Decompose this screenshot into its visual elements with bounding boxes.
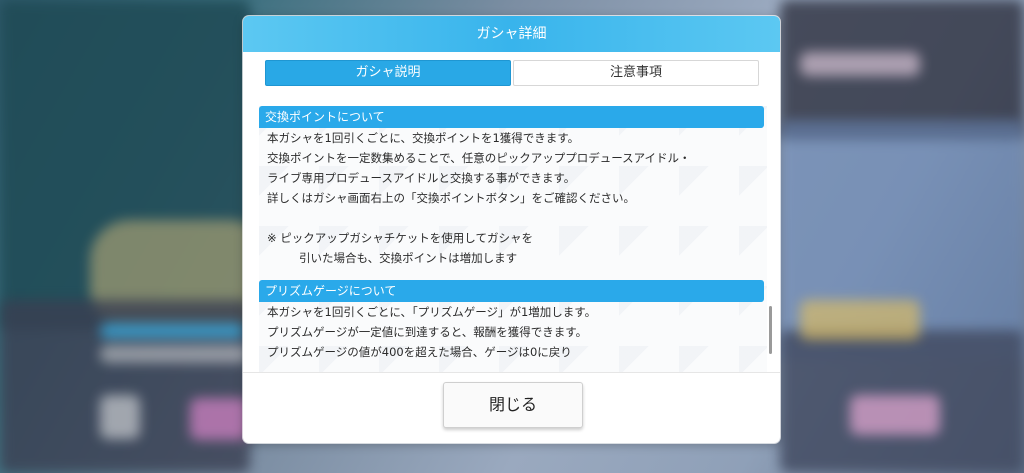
paragraph-line: 本ガシャを1回引くごとに、「プリズムゲージ」が1増加します。: [267, 305, 597, 319]
paragraph-line: プリズムゲージの値が400を超えた場合、ゲージは0に戻り: [267, 345, 572, 359]
paragraph-line: 詳しくはガシャ画面右上の「交換ポイントボタン」をご確認ください。: [267, 191, 635, 205]
content-scrollbar[interactable]: [769, 306, 772, 354]
background-blur: [100, 395, 140, 439]
tab-gacha-description[interactable]: ガシャ説明: [265, 60, 511, 86]
background-blur: [190, 398, 250, 440]
paragraph-line: 交換ポイントを一定数集めることで、任意のピックアッププロデュースアイドル・: [267, 151, 691, 165]
paragraph-line: ライブ専用プロデュースアイドルと交換する事ができます。: [267, 171, 576, 185]
divider: [243, 372, 780, 373]
gacha-detail-dialog: ガシャ詳細 ガシャ説明 注意事項 交換ポイントについて 本ガシャを1回引くごとに…: [243, 16, 780, 443]
dialog-title: ガシャ詳細: [243, 16, 780, 52]
tab-bar: ガシャ説明 注意事項: [265, 60, 759, 86]
section-title-prism-gauge: プリズムゲージについて: [259, 280, 764, 302]
content-scroll-area[interactable]: 交換ポイントについて 本ガシャを1回引くごとに、交換ポイントを1獲得できます。 …: [259, 106, 767, 372]
background-blur: [800, 300, 920, 340]
background-blur: [100, 345, 250, 363]
paragraph-line: 本ガシャを1回引くごとに、交換ポイントを1獲得できます。: [267, 131, 580, 145]
paragraph-line: プリズムゲージが一定値に到達すると、報酬を獲得できます。: [267, 325, 588, 339]
tab-notes[interactable]: 注意事項: [513, 60, 759, 86]
background-blur: [100, 323, 245, 339]
close-button[interactable]: 閉じる: [443, 382, 583, 428]
note-line: ※ ピックアップガシャチケットを使用してガシャを: [267, 231, 533, 245]
note-line: 引いた場合も、交換ポイントは増加します: [299, 251, 518, 265]
section-title-exchange-points: 交換ポイントについて: [259, 106, 764, 128]
background-blur: [850, 395, 940, 435]
background-blur: [800, 52, 920, 76]
